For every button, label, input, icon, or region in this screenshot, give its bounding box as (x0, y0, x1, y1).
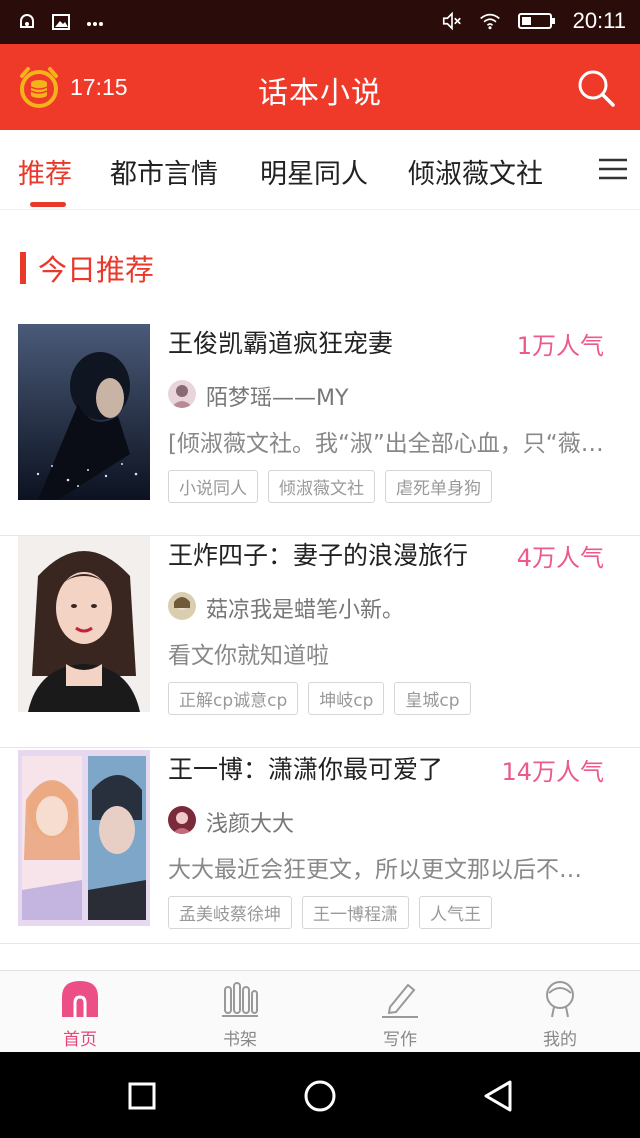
nav-write[interactable]: 写作 (360, 979, 440, 1053)
app-bar: 17:15 话本小说 (0, 44, 640, 130)
bottom-navigation: 首页 书架 写作 我的 (0, 970, 640, 1052)
book-item[interactable]: 王俊凯霸道疯狂宠妻 1万人气 陌梦瑶——MY [倾淑薇文社。我“淑”出全部心血，… (0, 324, 640, 536)
book-tag[interactable]: 孟美岐蔡徐坤 (168, 896, 292, 929)
active-tab-indicator (30, 202, 66, 207)
popularity-count: 14万人气 (501, 758, 604, 786)
book-tag[interactable]: 王一博程潇 (302, 896, 409, 929)
nav-profile-label: 我的 (543, 1030, 577, 1050)
nav-bookshelf-label: 书架 (223, 1030, 257, 1050)
book-description: [倾淑薇文社。我“淑”出全部心血，只“薇… (168, 431, 604, 457)
mute-icon (441, 10, 463, 32)
wifi-icon (479, 10, 501, 32)
book-cover[interactable] (18, 536, 150, 712)
category-tabs: 推荐 都市言情 明星同人 倾淑薇文社 (0, 130, 640, 210)
book-title[interactable]: 王一博：潇潇你最可爱了 (168, 750, 443, 786)
profile-icon (540, 979, 580, 1019)
more-dots-icon (84, 11, 106, 33)
author-name[interactable]: 菇凉我是蜡笔小新。 (206, 592, 404, 624)
status-time: 20:11 (572, 8, 626, 33)
tab-recommend[interactable]: 推荐 (18, 152, 72, 191)
book-tags: 正解cp诚意cp 坤岐cp 皇城cp (168, 682, 471, 715)
book-item[interactable]: 王一博：潇潇你最可爱了 14万人气 浅颜大大 大大最近会狂更文，所以更文那以后不… (0, 750, 640, 944)
book-cover[interactable] (18, 324, 150, 500)
book-tags: 孟美岐蔡徐坤 王一博程潇 人气王 (168, 896, 492, 929)
popularity-count: 1万人气 (516, 332, 604, 360)
back-icon[interactable] (478, 1076, 518, 1116)
home-icon (60, 979, 100, 1019)
nav-write-label: 写作 (383, 1030, 417, 1050)
book-tag[interactable]: 小说同人 (168, 470, 258, 503)
book-tags: 小说同人 倾淑薇文社 虐死单身狗 (168, 470, 492, 503)
book-title[interactable]: 王炸四子：妻子的浪漫旅行 (168, 536, 468, 572)
tab-qingshuwei-club[interactable]: 倾淑薇文社 (408, 152, 543, 191)
pen-icon (380, 979, 420, 1019)
book-item[interactable]: 王炸四子：妻子的浪漫旅行 4万人气 菇凉我是蜡笔小新。 看文你就知道啦 正解cp… (0, 536, 640, 748)
author-name[interactable]: 陌梦瑶——MY (206, 380, 348, 412)
popularity-count: 4万人气 (516, 544, 604, 572)
book-tag[interactable]: 虐死单身狗 (385, 470, 492, 503)
section-title-text: 今日推荐 (38, 253, 155, 287)
author-avatar[interactable] (168, 806, 196, 834)
tab-celebrity-fanfic[interactable]: 明星同人 (260, 152, 368, 191)
book-tag[interactable]: 正解cp诚意cp (168, 682, 299, 715)
book-tag[interactable]: 人气王 (419, 896, 492, 929)
book-tag[interactable]: 倾淑薇文社 (268, 470, 375, 503)
system-navigation-bar (0, 1052, 640, 1138)
author-avatar[interactable] (168, 592, 196, 620)
book-description: 大大最近会狂更文，所以更文那以后不… (168, 857, 582, 883)
section-title: 今日推荐 (20, 248, 154, 288)
book-cover[interactable] (18, 750, 150, 926)
nav-home[interactable]: 首页 (40, 979, 120, 1053)
bookshelf-icon (220, 979, 260, 1019)
book-description: 看文你就知道啦 (168, 643, 329, 669)
book-tag[interactable]: 坤岐cp (308, 682, 385, 715)
notification-icon (16, 11, 38, 33)
battery-icon (517, 10, 557, 32)
section-title-bar (20, 252, 26, 284)
status-bar: 20:11 (0, 0, 640, 44)
nav-profile[interactable]: 我的 (520, 979, 600, 1053)
book-tag[interactable]: 皇城cp (394, 682, 471, 715)
book-title[interactable]: 王俊凯霸道疯狂宠妻 (168, 324, 393, 360)
author-name[interactable]: 浅颜大大 (206, 806, 294, 838)
search-icon[interactable] (576, 68, 616, 108)
app-title: 话本小说 (258, 76, 382, 111)
tab-urban-romance[interactable]: 都市言情 (110, 152, 218, 191)
tab-menu-icon[interactable] (584, 140, 640, 198)
nav-home-label: 首页 (63, 1030, 97, 1050)
home-button-icon[interactable] (300, 1076, 340, 1116)
author-avatar[interactable] (168, 380, 196, 408)
recent-apps-icon[interactable] (122, 1076, 162, 1116)
image-icon (50, 11, 72, 33)
nav-bookshelf[interactable]: 书架 (200, 979, 280, 1053)
